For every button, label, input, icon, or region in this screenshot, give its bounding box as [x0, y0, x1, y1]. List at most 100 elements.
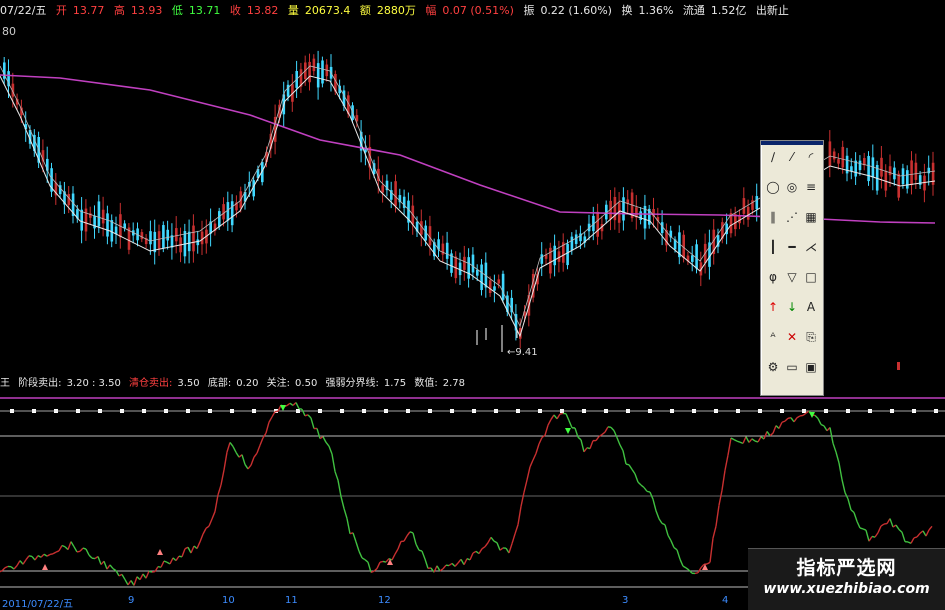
- drawing-toolbar[interactable]: ∕⁄◜ ◯◎≡ ∥⋰▦ ┃━⋌ φ▽□ ↑↓Aᴬ✕⎘ ⚙▭▣: [760, 140, 824, 396]
- indicator-segment: [653, 499, 656, 511]
- indicator-segment: [875, 533, 878, 537]
- tool-arrow-down-icon[interactable]: ↓: [784, 299, 800, 315]
- indicator-segment: [734, 440, 737, 441]
- tool-line-icon[interactable]: ∕: [765, 149, 781, 165]
- indicator-segment: [53, 552, 56, 554]
- indicator-segment: [665, 525, 668, 536]
- candle-body: [201, 232, 204, 245]
- indicator-segment: [497, 543, 500, 551]
- candle-body: [227, 202, 230, 220]
- indicator-segment: [710, 538, 713, 562]
- tool-text-icon[interactable]: A: [803, 299, 819, 315]
- indicator-segment: [185, 547, 188, 549]
- indicator-segment: [533, 454, 536, 461]
- tool-fib-icon[interactable]: φ: [765, 269, 781, 285]
- indicator-segment: [203, 528, 206, 534]
- tool-load-icon[interactable]: ▣: [803, 359, 819, 375]
- indicator-segment: [212, 512, 215, 519]
- indicator-segment: [722, 470, 725, 490]
- indicator-segment: [578, 437, 581, 440]
- indicator-segment: [200, 534, 203, 542]
- indicator-segment: [557, 414, 560, 419]
- candle-body: [472, 255, 475, 273]
- indicator-segment: [863, 529, 866, 530]
- candle-body: [222, 204, 225, 219]
- indicator-segment: [752, 439, 755, 441]
- candle-body: [553, 246, 556, 265]
- tool-parallel-icon[interactable]: ∥: [765, 209, 781, 225]
- indicator-segment: [416, 544, 419, 550]
- indicator-segment: [380, 561, 383, 562]
- indicator-segment: [152, 572, 155, 573]
- tool-delete-icon[interactable]: ✕: [784, 329, 800, 345]
- candle-body: [695, 244, 698, 268]
- indicator-segment: [419, 550, 422, 551]
- indicator-segment: [890, 519, 893, 528]
- indicator-segment: [68, 542, 71, 550]
- candle-body: [837, 159, 840, 164]
- tool-fan-icon[interactable]: ⋰: [784, 209, 800, 225]
- indicator-segment: [632, 469, 635, 474]
- candle-body: [928, 168, 931, 173]
- indicator-segment: [707, 562, 710, 564]
- tool-vline-icon[interactable]: ┃: [765, 239, 781, 255]
- indicator-segment: [413, 533, 416, 544]
- indicator-segment: [716, 505, 719, 526]
- tool-triangle-icon[interactable]: ▽: [784, 269, 800, 285]
- tool-hline-icon[interactable]: ━: [784, 239, 800, 255]
- tool-ray-icon[interactable]: ⁄: [784, 149, 800, 165]
- candle-body: [175, 228, 178, 241]
- candle-body: [317, 63, 320, 87]
- tool-settings-icon[interactable]: ⚙: [765, 359, 781, 375]
- date-axis-tick: 12: [378, 595, 391, 606]
- tool-arrow-up-icon[interactable]: ↑: [765, 299, 781, 315]
- indicator-segment: [680, 559, 683, 566]
- tool-gann-icon[interactable]: ⋌: [803, 239, 819, 255]
- indicator-segment: [365, 560, 368, 562]
- toolbar-grip[interactable]: [761, 141, 823, 145]
- candle-body: [747, 207, 750, 220]
- indicator-segment: [617, 438, 620, 445]
- tool-grid-icon[interactable]: ▦: [803, 209, 819, 225]
- tool-ellipse-icon[interactable]: ◎: [784, 179, 800, 195]
- tool-channel-icon[interactable]: ≡: [803, 179, 819, 195]
- indicator-segment: [794, 418, 797, 422]
- indicator-segment: [317, 428, 320, 438]
- watch-label: 关注:: [267, 378, 290, 389]
- indicator-segment: [524, 480, 527, 492]
- candle-body: [889, 166, 892, 175]
- indicator-segment: [608, 427, 611, 428]
- tool-save-icon[interactable]: ▭: [784, 359, 800, 375]
- indicator-segment: [146, 571, 149, 578]
- candle-body: [842, 147, 845, 168]
- tool-copy-icon[interactable]: ⎘: [803, 329, 819, 345]
- watermark-url: www.xuezhibiao.com: [748, 581, 945, 597]
- tool-circle-icon[interactable]: ◯: [765, 179, 781, 195]
- indicator-segment: [74, 547, 77, 552]
- tool-text-style-icon[interactable]: ᴬ: [765, 329, 781, 345]
- indicator-segment: [854, 513, 857, 522]
- candle-body: [489, 280, 492, 293]
- indicator-segment: [635, 474, 638, 482]
- indicator-segment: [527, 467, 530, 480]
- indicator-segment: [149, 571, 152, 572]
- indicator-segment: [659, 519, 662, 524]
- indicator-segment: [98, 557, 101, 565]
- indicator-segment: [851, 510, 854, 513]
- candle-body: [313, 59, 316, 71]
- indicator-segment: [356, 542, 359, 551]
- clear-sell-label: 清仓卖出:: [129, 378, 172, 389]
- indicator-segment: [725, 455, 728, 470]
- candle-body: [106, 213, 109, 236]
- indicator-segment: [551, 415, 554, 420]
- indicator-segment: [818, 418, 821, 424]
- tool-rect-icon[interactable]: □: [803, 269, 819, 285]
- indicator-segment: [566, 414, 569, 421]
- indicator-segment: [512, 534, 515, 544]
- indicator-segment: [254, 453, 257, 457]
- indicator-segment: [62, 546, 65, 547]
- tool-arc-icon[interactable]: ◜: [803, 149, 819, 165]
- candle-body: [467, 257, 470, 279]
- indicator-segment: [785, 418, 788, 421]
- indicator-segment: [719, 490, 722, 505]
